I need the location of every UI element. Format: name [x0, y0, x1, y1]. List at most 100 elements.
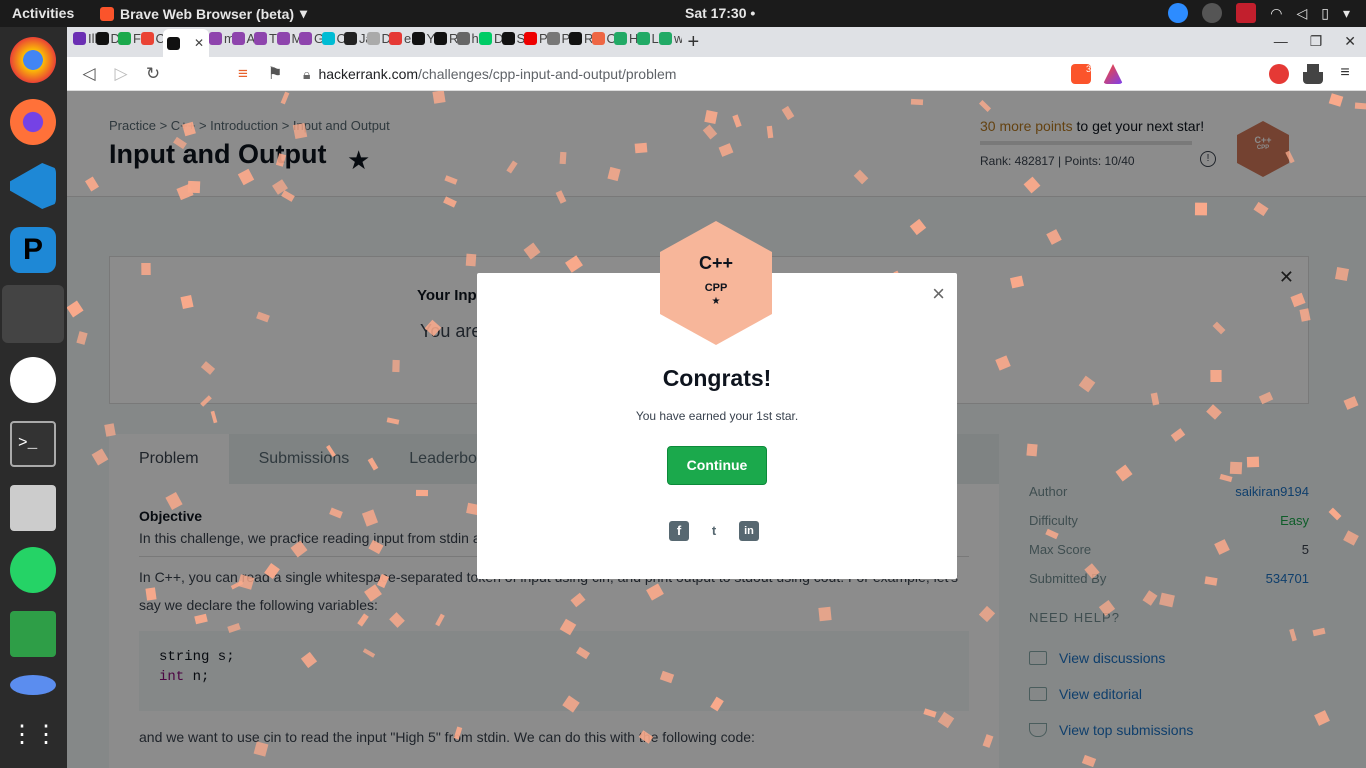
- tab-favicon-icon: [591, 31, 605, 45]
- files-icon[interactable]: [10, 485, 56, 531]
- brave-shields-icon[interactable]: 3: [1071, 64, 1091, 84]
- browser-tab[interactable]: M: [276, 27, 299, 49]
- browser-tab[interactable]: H: [614, 27, 637, 49]
- browser-tab[interactable]: Ill: [73, 27, 96, 49]
- facebook-icon[interactable]: f: [669, 521, 689, 541]
- browser-tab[interactable]: el: [389, 27, 412, 49]
- extensions-icon[interactable]: [1303, 64, 1323, 84]
- tab-favicon-icon: [411, 31, 425, 45]
- browser-tab[interactable]: Cc: [321, 27, 344, 49]
- close-window-button[interactable]: ✕: [1344, 33, 1356, 50]
- tab-label: H: [629, 30, 637, 46]
- chevron-down-icon: ▾: [300, 5, 308, 21]
- browser-tab[interactable]: Yc: [411, 27, 434, 49]
- modal-badge-name: CPP: [704, 282, 728, 294]
- forward-icon[interactable]: ▷: [111, 64, 131, 84]
- browser-tab[interactable]: D: [366, 27, 390, 49]
- browser-tab[interactable]: G: [299, 27, 322, 49]
- blocker-extension-icon[interactable]: [1269, 64, 1289, 84]
- chevron-down-icon[interactable]: ▾: [1343, 5, 1350, 22]
- reload-icon[interactable]: ↻: [143, 64, 163, 84]
- browser-tab[interactable]: St: [501, 27, 524, 49]
- chat-icon[interactable]: [10, 611, 56, 657]
- browser-tab[interactable]: C: [140, 27, 164, 49]
- tab-label: P: [539, 30, 547, 46]
- url-path: /challenges/cpp-input-and-output/problem: [418, 66, 677, 82]
- browser-tab[interactable]: Da: [479, 27, 502, 49]
- menu-icon[interactable]: ≡: [1335, 64, 1355, 84]
- address-bar[interactable]: 🔒︎ hackerrank.com/challenges/cpp-input-a…: [303, 61, 1131, 87]
- tab-label: Ill: [88, 30, 96, 46]
- new-tab-button[interactable]: +: [688, 31, 700, 54]
- back-icon[interactable]: ◁: [79, 64, 99, 84]
- browser-tab[interactable]: D: [95, 27, 119, 49]
- browser-tab[interactable]: Pl: [546, 27, 569, 49]
- tab-label: G: [314, 30, 322, 46]
- tab-favicon-icon: [524, 31, 537, 45]
- gift-icon[interactable]: [1236, 3, 1257, 23]
- reader-mode-icon[interactable]: ≡: [233, 64, 253, 84]
- zoom-icon[interactable]: [1168, 3, 1189, 23]
- activities-button[interactable]: Activities: [12, 5, 74, 21]
- messages-icon[interactable]: [10, 675, 56, 695]
- system-tray[interactable]: ◠ ◁ ▯ ▾: [1168, 3, 1350, 23]
- tab-favicon-icon: [614, 31, 627, 45]
- close-tab-icon[interactable]: ✕: [194, 36, 204, 50]
- sync-icon[interactable]: [1202, 3, 1223, 23]
- tab-label: D: [381, 30, 390, 46]
- vscode-icon[interactable]: [10, 163, 56, 209]
- maximize-button[interactable]: ❐: [1310, 33, 1323, 50]
- app-menu[interactable]: Brave Web Browser (beta) ▾: [100, 5, 307, 22]
- app-menu-label: Brave Web Browser (beta): [120, 5, 295, 22]
- modal-title: Congrats!: [662, 365, 772, 391]
- slack-icon[interactable]: [10, 357, 56, 403]
- browser-tab[interactable]: w: [659, 27, 682, 49]
- browser-tab[interactable]: m: [209, 27, 232, 49]
- browser-tab[interactable]: Re: [569, 27, 592, 49]
- confetti-piece: [416, 489, 429, 497]
- wifi-icon[interactable]: ◠: [1270, 5, 1282, 22]
- firefox-icon[interactable]: [10, 99, 56, 145]
- browser-tab[interactable]: ✕: [163, 29, 209, 57]
- continue-button[interactable]: Continue: [667, 446, 767, 485]
- bookmark-icon[interactable]: ⚑: [265, 64, 285, 84]
- lock-icon: 🔒︎: [303, 65, 311, 82]
- tab-label: C: [155, 30, 164, 46]
- tab-favicon-icon: [636, 31, 650, 45]
- shield-count: 3: [1085, 64, 1091, 74]
- browser-tab[interactable]: A: [231, 27, 254, 49]
- whatsapp-icon[interactable]: [10, 547, 56, 593]
- confetti-piece: [1194, 202, 1207, 216]
- confetti-piece: [1026, 443, 1038, 457]
- browser-tab[interactable]: P: [524, 27, 547, 49]
- brave-dock-icon[interactable]: [2, 285, 64, 343]
- tab-label: Re: [584, 30, 592, 46]
- tab-favicon-icon: [167, 36, 180, 50]
- confetti-piece: [432, 91, 446, 104]
- browser-tab[interactable]: Lc: [636, 27, 659, 49]
- browser-tab[interactable]: hi: [456, 27, 479, 49]
- close-modal-button[interactable]: ×: [932, 281, 945, 307]
- tab-label: D: [110, 30, 119, 46]
- terminal-icon[interactable]: >_: [10, 421, 56, 467]
- minimize-button[interactable]: —: [1274, 33, 1288, 50]
- tab-favicon-icon: [231, 31, 245, 45]
- volume-icon[interactable]: ◁: [1296, 5, 1307, 22]
- browser-tab[interactable]: Tl: [254, 27, 277, 49]
- modal-subtitle: You have earned your 1st star.: [635, 409, 799, 423]
- tab-label: m: [224, 30, 232, 46]
- tab-label: el: [404, 30, 412, 46]
- postman-icon[interactable]: P: [10, 227, 56, 273]
- battery-icon[interactable]: ▯: [1321, 5, 1329, 22]
- browser-tab[interactable]: Ja: [344, 27, 367, 49]
- chrome-icon[interactable]: [10, 37, 56, 83]
- twitter-icon[interactable]: t: [704, 521, 724, 541]
- browser-tab[interactable]: Re: [434, 27, 457, 49]
- browser-tab[interactable]: O: [591, 27, 614, 49]
- browser-tab[interactable]: Fi: [118, 27, 141, 49]
- tab-favicon-icon: [546, 31, 560, 45]
- clock[interactable]: Sat 17:30 •: [685, 5, 755, 21]
- app-grid-icon[interactable]: ⋮⋮: [10, 715, 58, 761]
- tab-favicon-icon: [209, 31, 222, 45]
- linkedin-icon[interactable]: in: [739, 521, 759, 541]
